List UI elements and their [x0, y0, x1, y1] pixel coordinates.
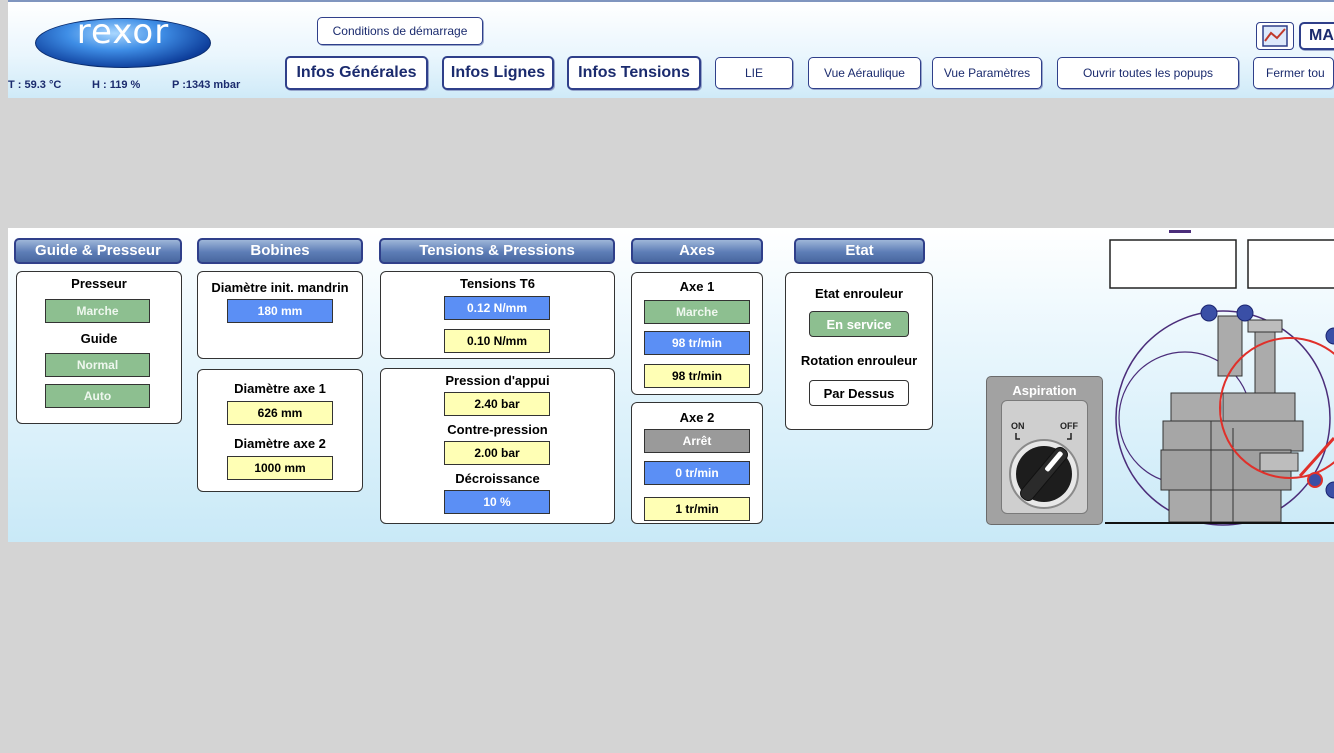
- infos-generales-button[interactable]: Infos Générales: [285, 56, 428, 90]
- presseur-status[interactable]: Marche: [45, 299, 150, 323]
- vue-parametres-button[interactable]: Vue Paramètres: [932, 57, 1042, 89]
- axe2-speed: 1 tr/min: [644, 497, 750, 521]
- etat-header: Etat: [794, 238, 925, 264]
- schematic-display-box-2: [1247, 239, 1334, 289]
- winder-schematic: [1105, 230, 1334, 526]
- axe2-setpoint[interactable]: 0 tr/min: [644, 461, 750, 485]
- conditions-demarrage-button[interactable]: Conditions de démarrage: [317, 17, 483, 45]
- pression-appui-label: Pression d'appui: [445, 373, 550, 388]
- diametre-mandrin-label: Diamètre init. mandrin: [211, 280, 349, 295]
- tensions-pressions-header: Tensions & Pressions: [379, 238, 615, 264]
- decroissance-input[interactable]: 10 %: [444, 490, 550, 514]
- aspiration-label: Aspiration: [1012, 383, 1077, 398]
- roller-node: [1236, 304, 1254, 322]
- etat-enrouleur-label: Etat enrouleur: [814, 286, 904, 301]
- ouvrir-popups-button[interactable]: Ouvrir toutes les popups: [1057, 57, 1239, 89]
- contre-pression-label: Contre-pression: [447, 422, 548, 437]
- vue-aeraulique-button[interactable]: Vue Aéraulique: [808, 57, 921, 89]
- tension-t6-setpoint[interactable]: 0.12 N/mm: [444, 296, 550, 320]
- tension-t6-value: 0.10 N/mm: [444, 329, 550, 353]
- infos-tensions-button[interactable]: Infos Tensions: [567, 56, 701, 90]
- guide-mode-status[interactable]: Auto: [45, 384, 150, 408]
- decroissance-label: Décroissance: [455, 471, 540, 486]
- diametre-axe2-value: 1000 mm: [227, 456, 333, 480]
- contre-pression-value: 2.00 bar: [444, 441, 550, 465]
- selector-knob-icon[interactable]: [1001, 400, 1088, 514]
- chart-icon: [1262, 25, 1288, 47]
- guide-presseur-header: Guide & Presseur: [14, 238, 182, 264]
- diametre-axe1-label: Diamètre axe 1: [234, 381, 326, 396]
- trend-chart-button[interactable]: [1256, 22, 1294, 50]
- temperature-readout: T : 59.3 °C: [8, 79, 62, 91]
- diametre-mandrin-input[interactable]: 180 mm: [227, 299, 333, 323]
- pressure-readout: P :1343 mbar: [172, 79, 241, 91]
- axe2-label: Axe 2: [679, 410, 715, 425]
- humidity-readout: H : 119 %: [92, 79, 141, 91]
- roller-node: [1307, 472, 1323, 488]
- roller-node: [1325, 327, 1334, 345]
- diametre-axe2-label: Diamètre axe 2: [234, 436, 326, 451]
- axe1-status[interactable]: Marche: [644, 300, 750, 324]
- axe1-speed: 98 tr/min: [644, 364, 750, 388]
- tensions-t6-label: Tensions T6: [460, 276, 535, 291]
- fermer-popups-button[interactable]: Fermer tou: [1253, 57, 1334, 89]
- axe2-status[interactable]: Arrêt: [644, 429, 750, 453]
- rotation-enrouleur-label: Rotation enrouleur: [800, 353, 918, 368]
- logo-text: rexor: [76, 12, 170, 52]
- axe1-label: Axe 1: [679, 279, 715, 294]
- axe1-setpoint[interactable]: 98 tr/min: [644, 331, 750, 355]
- rotation-enrouleur-value[interactable]: Par Dessus: [809, 380, 909, 406]
- diametre-axe1-value: 626 mm: [227, 401, 333, 425]
- roller-node: [1325, 481, 1334, 499]
- presseur-label: Presseur: [71, 276, 127, 291]
- infos-lignes-button[interactable]: Infos Lignes: [442, 56, 554, 90]
- guide-label: Guide: [80, 331, 118, 346]
- lie-button[interactable]: LIE: [715, 57, 793, 89]
- axes-header: Axes: [631, 238, 763, 264]
- bobines-header: Bobines: [197, 238, 363, 264]
- roller-node: [1200, 304, 1218, 322]
- etat-enrouleur-status[interactable]: En service: [809, 311, 909, 337]
- guide-status[interactable]: Normal: [45, 353, 150, 377]
- schematic-display-box-1: [1109, 239, 1237, 289]
- pression-appui-value: 2.40 bar: [444, 392, 550, 416]
- mode-button[interactable]: MA: [1299, 22, 1334, 50]
